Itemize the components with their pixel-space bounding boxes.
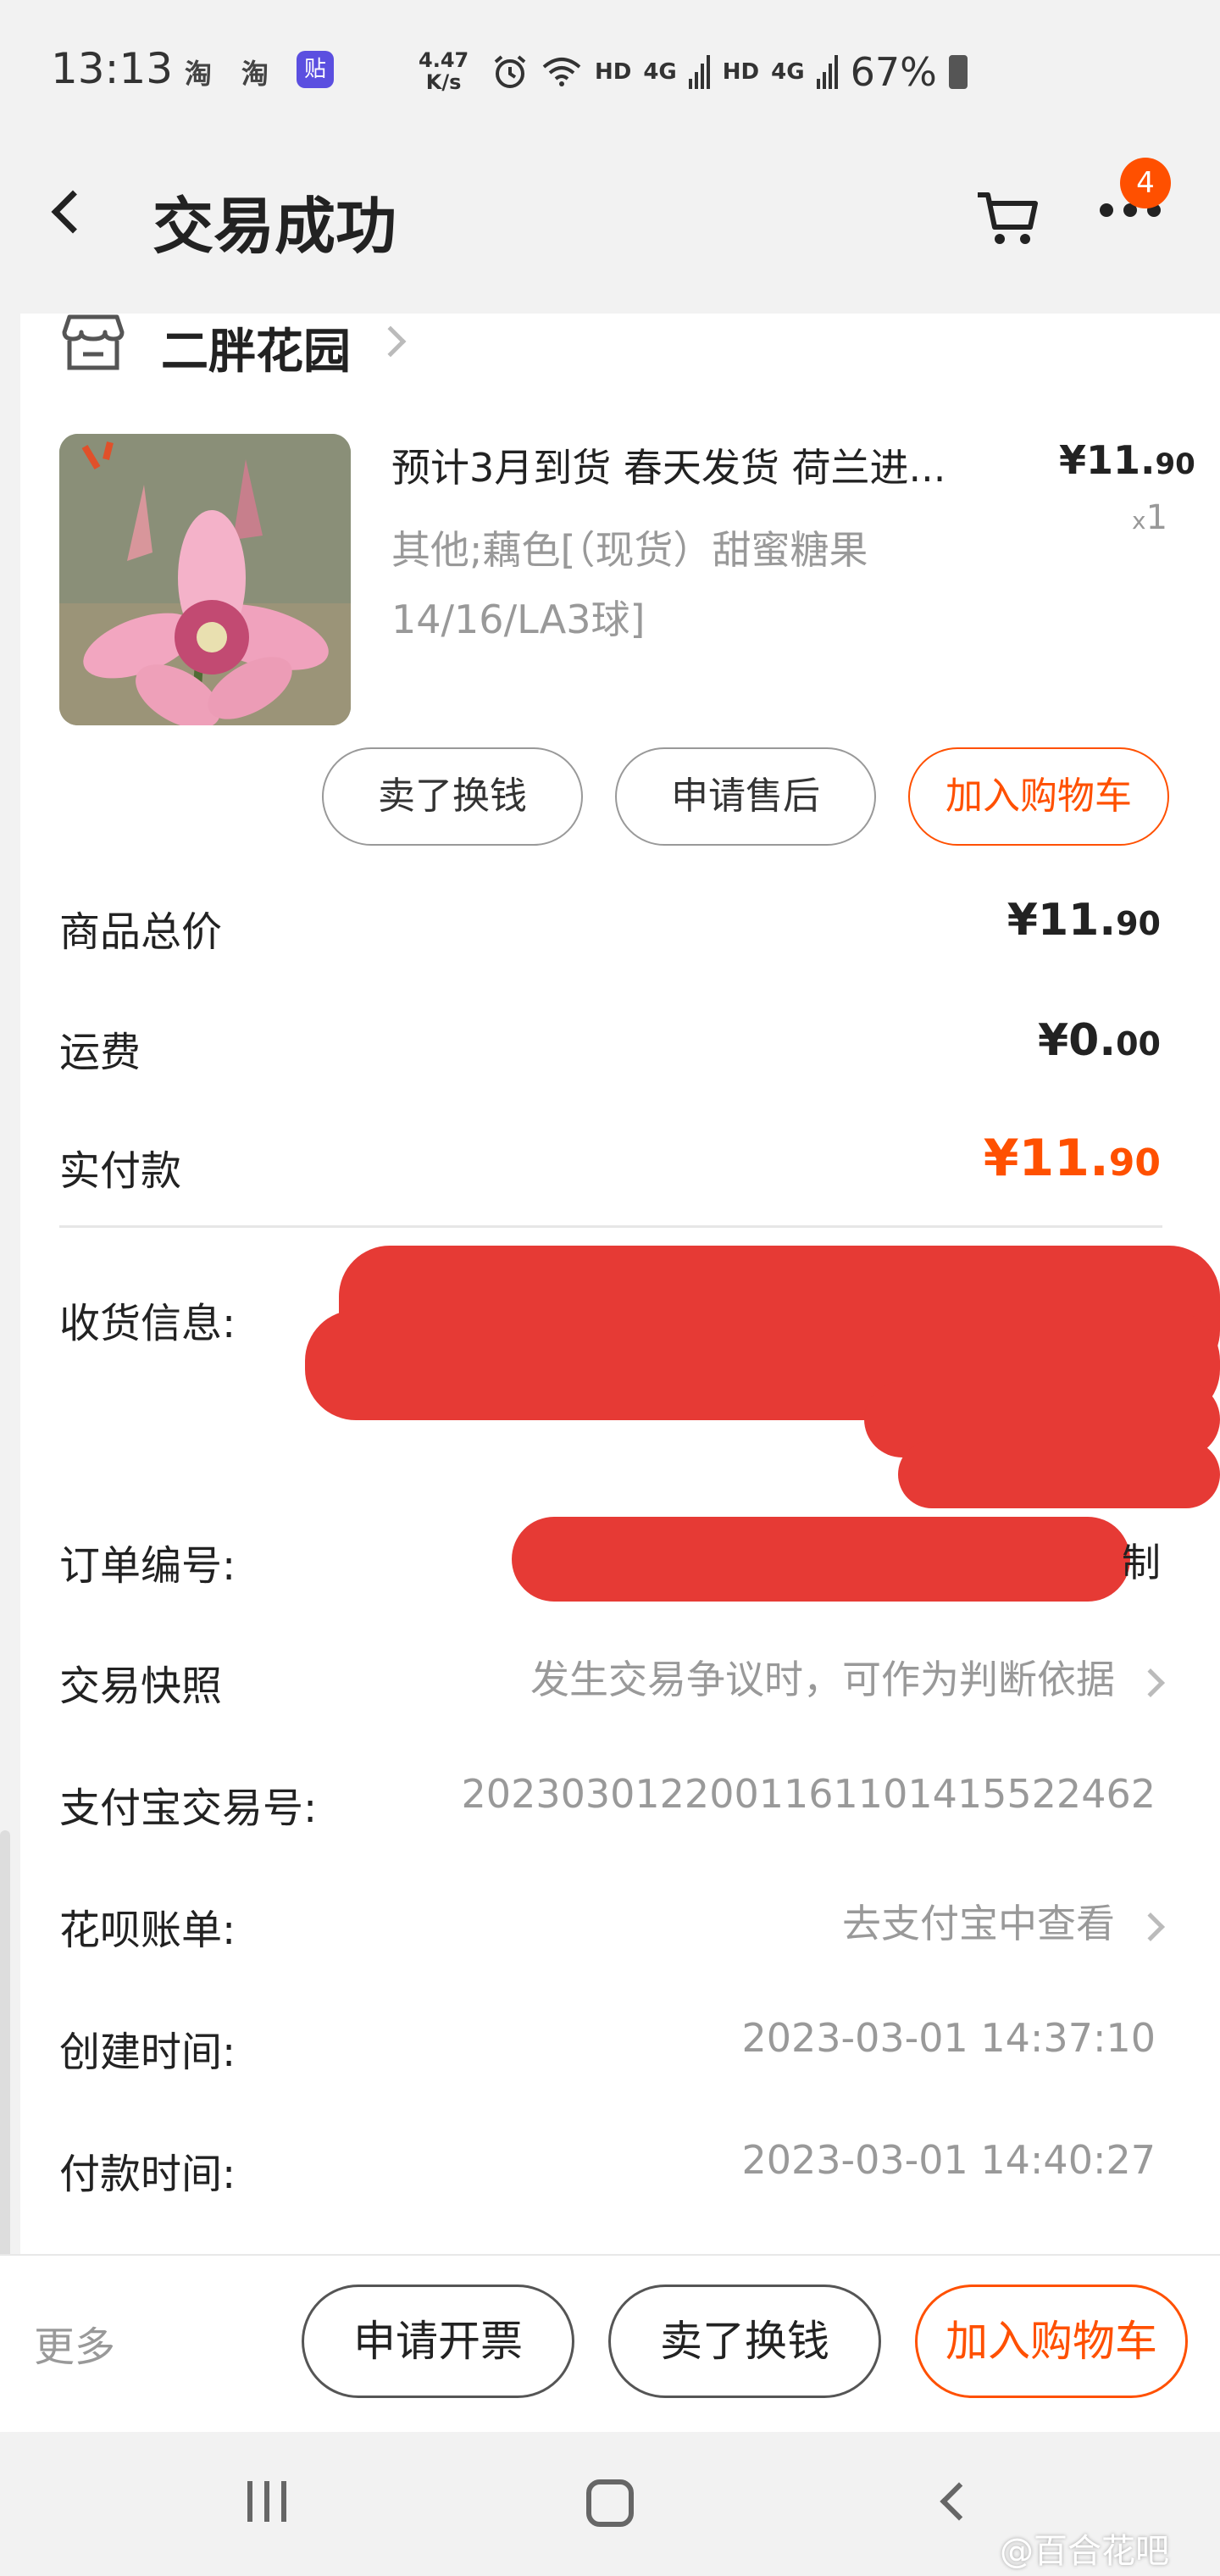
network-speed-value: 4.47 xyxy=(419,48,469,72)
chevron-right-icon xyxy=(1136,1912,1165,1941)
alipay-label: 支付宝交易号: xyxy=(59,1785,318,1832)
alarm-icon xyxy=(494,55,526,88)
notification-badge: 4 xyxy=(1120,158,1171,208)
product-spec: 其他;藕色[（现货）甜蜜糖果 14/16/LA3球] xyxy=(391,527,868,642)
status-indicators: HD 4G HD 4G 67% xyxy=(491,49,968,95)
alipay-value: 2023030122001161101415522462 xyxy=(461,1771,1156,1817)
shop-name[interactable]: 二胖花园 xyxy=(161,314,351,382)
snapshot-row[interactable]: 发生交易争议时，可作为判断依据 xyxy=(530,1649,1165,1705)
taobao-notification-icon: 淘 xyxy=(185,58,213,90)
page-title: 交易成功 xyxy=(152,191,397,262)
cart-icon[interactable] xyxy=(974,188,1042,247)
shipping-value-main: ¥0. xyxy=(1037,1015,1117,1066)
taobao-notification-icon-2: 淘 xyxy=(241,58,269,90)
huabei-row[interactable]: 去支付宝中查看 xyxy=(842,1893,1165,1949)
sell-for-cash-button[interactable]: 卖了换钱 xyxy=(322,747,583,846)
home-icon[interactable] xyxy=(586,2479,634,2527)
shipping-value-decimal: 00 xyxy=(1116,1025,1161,1063)
watermark: @百合花吧 xyxy=(1000,2532,1169,2571)
paid-time-value: 2023-03-01 14:40:27 xyxy=(741,2137,1156,2183)
snapshot-label[interactable]: 交易快照 xyxy=(59,1652,222,1712)
hd-label-2: HD xyxy=(722,59,760,85)
paid-value-main: ¥11. xyxy=(983,1129,1109,1188)
back-icon[interactable] xyxy=(51,190,95,234)
hd-label: HD xyxy=(595,59,632,85)
total-value-main: ¥11. xyxy=(1006,895,1117,946)
total-label: 商品总价 xyxy=(59,908,223,956)
receiver-label: 收货信息: xyxy=(59,1300,236,1347)
product-title[interactable]: 预计3月到货 春天发货 荷兰进... xyxy=(391,437,1001,493)
divider xyxy=(59,1225,1162,1228)
huabei-label[interactable]: 花呗账单: xyxy=(59,1896,236,1956)
product-price-main: ¥11. xyxy=(1059,437,1156,483)
paid-label: 实付款 xyxy=(59,1147,182,1195)
product-price: ¥11.90 xyxy=(1059,437,1195,483)
battery-percent: 67% xyxy=(850,49,937,95)
scrollbar[interactable] xyxy=(0,1830,10,2271)
shipping-label: 运费 xyxy=(59,1029,141,1076)
recent-apps-icon[interactable] xyxy=(247,2481,286,2522)
4g-label: 4G xyxy=(643,59,677,85)
add-to-cart-button[interactable]: 加入购物车 xyxy=(908,747,1169,846)
product-quantity: x1 xyxy=(1132,498,1167,537)
more-link[interactable]: 更多 xyxy=(34,2313,115,2373)
product-image[interactable] xyxy=(59,434,351,725)
paid-value-decimal: 90 xyxy=(1108,1141,1161,1185)
total-value: ¥11.90 xyxy=(1007,895,1161,946)
total-value-decimal: 90 xyxy=(1116,905,1161,942)
quantity-prefix: x xyxy=(1132,507,1146,535)
signal-icon xyxy=(688,55,710,89)
chevron-right-icon xyxy=(1136,1668,1165,1697)
add-to-cart-button-bottom[interactable]: 加入购物车 xyxy=(915,2285,1188,2398)
signal-icon-2 xyxy=(816,55,838,89)
paid-value: ¥11.90 xyxy=(984,1129,1161,1188)
battery-icon xyxy=(948,55,968,89)
created-time-value: 2023-03-01 14:37:10 xyxy=(741,2015,1156,2061)
shop-icon xyxy=(62,314,125,370)
redaction-mark-5 xyxy=(512,1517,1130,1602)
tieba-notification-icon: 贴 xyxy=(297,51,334,88)
network-speed-unit: K/s xyxy=(425,70,462,94)
status-time: 13:13 xyxy=(51,44,174,93)
huabei-value: 去支付宝中查看 xyxy=(842,1901,1115,1946)
paid-time-label: 付款时间: xyxy=(59,2151,236,2198)
lily-flower-icon xyxy=(59,434,351,725)
order-number-label: 订单编号: xyxy=(59,1542,236,1590)
snapshot-value: 发生交易争议时，可作为判断依据 xyxy=(530,1657,1115,1702)
request-invoice-button[interactable]: 申请开票 xyxy=(302,2285,574,2398)
order-number-suffix: 制 xyxy=(1122,1540,1161,1585)
quantity-value: 1 xyxy=(1145,498,1168,537)
product-price-decimal: 90 xyxy=(1155,447,1195,481)
wifi-icon xyxy=(542,58,581,86)
network-speed: 4.47 K/s xyxy=(419,49,469,93)
shipping-value: ¥0.00 xyxy=(1038,1015,1161,1066)
created-time-label: 创建时间: xyxy=(59,2029,236,2076)
redaction-mark-4 xyxy=(898,1441,1220,1508)
after-sales-button[interactable]: 申请售后 xyxy=(615,747,876,846)
4g-label-2: 4G xyxy=(771,59,805,85)
sell-for-cash-button-bottom[interactable]: 卖了换钱 xyxy=(608,2285,881,2398)
